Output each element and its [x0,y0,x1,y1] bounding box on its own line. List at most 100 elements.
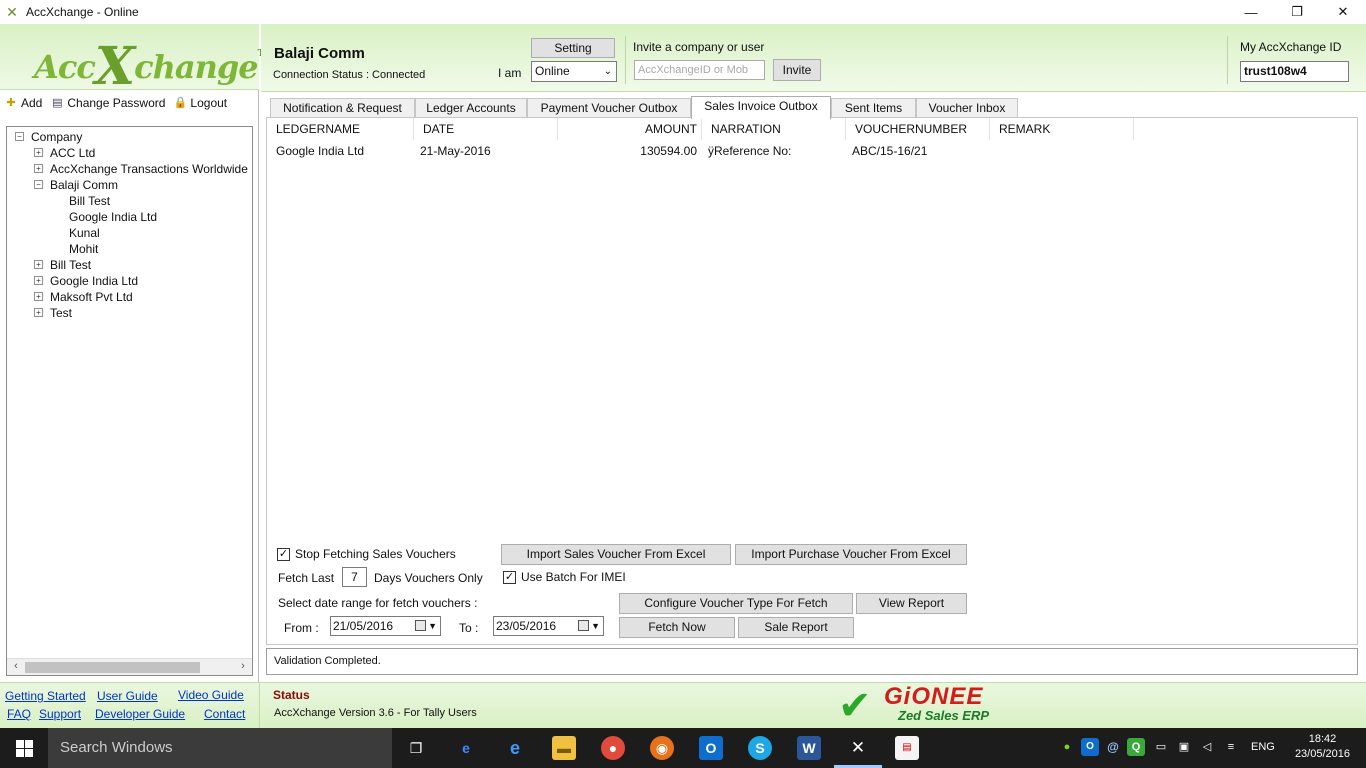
my-id-label: My AccXchange ID [1240,40,1342,54]
status-select[interactable]: Online ⌄ [531,61,617,82]
tray-outlook-icon[interactable]: O [1081,738,1099,756]
import-sales-excel-button[interactable]: Import Sales Voucher From Excel [501,544,731,565]
battery-icon[interactable]: ▭ [1152,738,1170,756]
close-button[interactable]: ✕ [1320,0,1366,24]
tree-expander[interactable]: + [34,292,43,301]
tree-expander[interactable]: + [34,260,43,269]
tree-child-kunal[interactable]: Kunal [69,225,100,241]
calendar-icon[interactable] [578,620,589,631]
use-batch-option[interactable]: ✓ Use Batch For IMEI [503,570,626,584]
tree-item-bill-test[interactable]: Bill Test [50,257,91,273]
my-id-field[interactable]: trust108w4 [1240,61,1349,82]
tree-item-balaji-comm[interactable]: Balaji Comm [50,177,118,193]
outlook-icon[interactable]: O [699,736,723,760]
tray-at-icon[interactable]: @ [1104,738,1122,756]
tree-item-maksoft[interactable]: Maksoft Pvt Ltd [50,289,133,305]
tree-child-bill-test[interactable]: Bill Test [69,193,110,209]
start-button[interactable] [0,728,48,768]
skype-icon[interactable]: S [748,736,772,760]
link-developer-guide[interactable]: Developer Guide [95,707,185,721]
search-box[interactable]: Search Windows [48,728,392,768]
invite-button[interactable]: Invite [773,59,821,81]
dropdown-arrow-icon[interactable]: ▼ [591,617,600,635]
column-header-ledgername[interactable]: LEDGERNAME [267,118,414,140]
tab-ledger-accounts[interactable]: Ledger Accounts [415,98,527,118]
volume-muted-icon[interactable]: ◁ [1198,738,1216,756]
dropdown-arrow-icon[interactable]: ▼ [428,617,437,635]
language-indicator[interactable]: ENG [1251,741,1275,753]
tree-expander[interactable]: + [34,148,43,157]
tree-child-mohit[interactable]: Mohit [69,241,98,257]
to-date-value: 23/05/2016 [496,619,557,633]
link-video-guide[interactable]: Video Guide [178,688,244,702]
fetch-now-button[interactable]: Fetch Now [619,617,735,638]
add-button[interactable]: ✚ Add [4,96,42,110]
link-contact[interactable]: Contact [204,707,245,721]
tree-child-google-india[interactable]: Google India Ltd [69,209,157,225]
logout-button[interactable]: 🔒 Logout [173,96,228,110]
tree-root-company[interactable]: Company [31,129,82,145]
network-icon[interactable]: ▣ [1175,738,1193,756]
scroll-right-icon[interactable]: › [236,660,250,672]
tree-horizontal-scrollbar[interactable]: ‹ › [7,658,252,675]
tab-sales-invoice-outbox[interactable]: Sales Invoice Outbox [691,96,831,119]
tree-expander[interactable]: + [34,164,43,173]
fetch-days-input[interactable]: 7 [342,567,367,587]
use-batch-checkbox[interactable]: ✓ [503,570,516,584]
tree-expander-root[interactable]: − [15,132,24,141]
change-password-button[interactable]: ▤ Change Password [50,96,165,110]
tree-expander[interactable]: − [34,180,43,189]
from-date-value: 21/05/2016 [333,619,394,633]
tree-expander[interactable]: + [34,308,43,317]
setting-button[interactable]: Setting [531,38,615,58]
sale-report-button[interactable]: Sale Report [738,617,854,638]
from-date-picker[interactable]: 21/05/2016 ▼ [330,616,441,636]
to-label: To : [459,621,479,635]
column-header-vouchernumber[interactable]: VOUCHERNUMBER [846,118,990,140]
tab-voucher-inbox[interactable]: Voucher Inbox [916,98,1018,118]
tray-q-icon[interactable]: Q [1127,738,1145,756]
firefox-icon[interactable]: ◉ [650,736,674,760]
task-view-icon[interactable]: ❐ [404,736,428,760]
word-icon[interactable]: W [797,736,821,760]
action-center-icon[interactable]: ≡ [1222,738,1240,756]
configure-voucher-type-button[interactable]: Configure Voucher Type For Fetch [619,593,853,614]
scroll-thumb[interactable] [25,662,200,673]
invite-input[interactable]: AccXchangeID or Mob [634,60,765,80]
restore-button[interactable]: ❐ [1274,0,1320,24]
column-header-date[interactable]: DATE [414,118,558,140]
import-purchase-excel-button[interactable]: Import Purchase Voucher From Excel [735,544,967,565]
scroll-left-icon[interactable]: ‹ [9,660,23,672]
erp-app-icon[interactable]: ▤ [895,736,919,760]
tab-payment-voucher-outbox[interactable]: Payment Voucher Outbox [527,98,691,118]
edge-icon[interactable]: e [454,736,478,760]
stop-fetching-checkbox[interactable]: ✓ [277,547,290,561]
link-faq[interactable]: FAQ [7,707,31,721]
tab-notification-request[interactable]: Notification & Request [270,98,415,118]
tree-item-google-india[interactable]: Google India Ltd [50,273,138,289]
column-header-remark[interactable]: REMARK [990,118,1134,140]
company-tree[interactable]: − Company + ACC Ltd + AccXchange Transac… [6,126,253,676]
tree-item-test[interactable]: Test [50,305,72,321]
accxchange-taskbar-icon[interactable]: ✕ [846,736,870,760]
link-user-guide[interactable]: User Guide [97,689,158,703]
file-explorer-icon[interactable]: ▬ [552,736,576,760]
column-header-narration[interactable]: NARRATION [702,118,846,140]
fetch-last-label: Fetch Last [278,571,335,585]
chrome-icon[interactable]: ● [601,736,625,760]
tray-green-icon[interactable]: ● [1058,738,1076,756]
link-support[interactable]: Support [39,707,81,721]
column-header-amount[interactable]: AMOUNT [558,118,702,140]
calendar-icon[interactable] [415,620,426,631]
to-date-picker[interactable]: 23/05/2016 ▼ [493,616,604,636]
link-getting-started[interactable]: Getting Started [5,689,86,703]
clock[interactable]: 18:42 23/05/2016 [1295,732,1350,762]
stop-fetching-option[interactable]: ✓ Stop Fetching Sales Vouchers [277,547,456,561]
tree-expander[interactable]: + [34,276,43,285]
tree-item-acc-ltd[interactable]: ACC Ltd [50,145,95,161]
internet-explorer-icon[interactable]: e [503,736,527,760]
tree-item-accxchange-transactions[interactable]: AccXchange Transactions Worldwide [50,161,248,177]
tab-sent-items[interactable]: Sent Items [831,98,916,118]
view-report-button[interactable]: View Report [856,593,967,614]
minimize-button[interactable]: — [1228,0,1274,24]
